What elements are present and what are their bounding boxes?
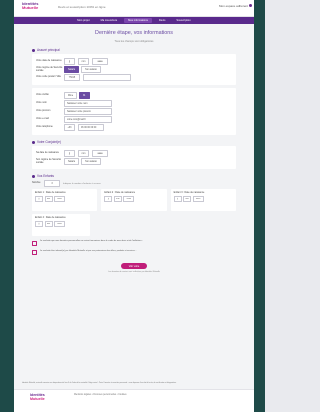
footer: Identités Mutuelle Mentions légales • Do… — [14, 389, 254, 412]
phone-input[interactable]: 06 00 00 00 00 — [78, 124, 104, 131]
child-4-year-input[interactable]: aaaa — [54, 221, 65, 227]
cp-label: Votre code postal / Ville — [36, 75, 61, 79]
conjoint-regime-salarie-button[interactable]: Salarié — [64, 158, 80, 165]
lastname-input[interactable]: Saisissez votre nom — [64, 100, 112, 107]
postal-code-input[interactable]: 75015 — [64, 74, 80, 81]
civility-mme-button[interactable]: Mme — [64, 92, 78, 99]
child-1-card: Enfant 1 : Date de naissance jj mm aaaa — [32, 189, 98, 211]
child-1-title: Enfant 1 : Date de naissance — [35, 191, 66, 194]
child-3-title: Enfant 3 : Date de naissance — [173, 191, 205, 194]
conjoint-dob-label: Sa date de naissance — [36, 151, 59, 155]
page-subtitle: Tous les champs sont obligatoires — [114, 40, 154, 43]
conjoint-regime-label: Son régime de Sécurité sociale — [36, 157, 61, 164]
children-count-label: Nombre — [32, 181, 41, 185]
children-count-hint: Indiquez le nombre d'enfants à assurer — [63, 182, 101, 185]
child-3-year-input[interactable]: aaaa — [192, 196, 204, 202]
firstname-input[interactable]: Saisissez votre prénom — [64, 108, 112, 115]
page-container: Identités Mutuelle Devis et souscription… — [14, 0, 254, 412]
progress-steps: Mon projet Ma couverture Mes information… — [14, 17, 254, 24]
child-4-title: Enfant 4 : Date de naissance — [35, 216, 66, 219]
regime-label: Votre régime de Sécurité sociale — [36, 65, 63, 72]
person-icon — [32, 48, 35, 52]
footer-links[interactable]: Mentions légales • Données personnelles … — [74, 394, 127, 396]
email-input[interactable]: votre.nom@mail.fr — [64, 116, 112, 123]
section-conjoint: Votre Conjoint(e) — [32, 140, 254, 144]
child-2-month-input[interactable]: mm — [113, 196, 122, 202]
child-2-year-input[interactable]: aaaa — [123, 196, 135, 202]
regime-salarie-button[interactable]: Salarié — [64, 66, 80, 73]
child-3-month-input[interactable]: mm — [183, 196, 192, 202]
section-assure: Assuré principal — [32, 48, 254, 52]
footer-logo[interactable]: Identités Mutuelle — [30, 393, 45, 402]
dob-month-input[interactable]: mm — [78, 58, 89, 65]
page-edge-right — [254, 0, 265, 412]
consent-1-checkbox[interactable] — [32, 240, 37, 246]
civility-m-button[interactable]: M. — [79, 92, 90, 99]
regime-non-salarie-button[interactable]: Non salarié — [81, 66, 101, 73]
child-1-month-input[interactable]: mm — [44, 196, 53, 202]
phone-prefix-select[interactable]: +33 — [64, 124, 75, 131]
step-informations[interactable]: Mes informations — [124, 18, 152, 23]
dob-year-input[interactable]: aaaa — [92, 58, 108, 65]
child-2-card: Enfant 2 : Date de naissance jj mm aaaa — [101, 189, 167, 211]
child-2-title: Enfant 2 : Date de naissance — [104, 191, 136, 194]
header: Identités Mutuelle Devis et souscription… — [14, 0, 254, 17]
firstname-label: Votre prénom — [36, 109, 51, 113]
couple-icon — [32, 140, 35, 144]
children-row-1: Enfant 1 : Date de naissance jj mm aaaa En… — [32, 189, 236, 211]
child-icon — [32, 174, 35, 178]
child-4-card: Enfant 4 : Date de naissance jj mm aaaa — [32, 214, 90, 236]
dob-label: Votre date de naissance — [36, 59, 62, 63]
child-1-day-input[interactable]: jj — [35, 196, 43, 202]
child-2-day-input[interactable]: jj — [104, 196, 113, 202]
child-4-day-input[interactable]: jj — [35, 221, 43, 227]
account-link[interactable]: Mon espace adhérent — [219, 4, 248, 8]
submit-button[interactable]: Voir votre devis — [121, 263, 147, 274]
civility-label: Votre civilité — [36, 93, 49, 97]
conjoint-card: Sa date de naissance jj mm aaaa Son régi… — [32, 146, 236, 169]
page-title: Dernière étape, vos informations — [95, 30, 173, 36]
child-3-day-input[interactable]: jj — [173, 196, 182, 202]
consent-2-checkbox[interactable] — [32, 250, 37, 255]
conjoint-dob-day-input[interactable]: jj — [64, 150, 75, 157]
step-projet[interactable]: Mon projet — [73, 18, 93, 23]
consent-2: Je souhaite être informé(e) par Identité… — [32, 249, 236, 255]
phone-label: Votre téléphone — [36, 125, 53, 129]
email-label: Votre e-mail — [36, 117, 49, 121]
conjoint-regime-non-salarie-button[interactable]: Non salarié — [81, 158, 101, 165]
identity-card: Votre civilité Mme M. Votre nom Saisisse… — [32, 88, 236, 135]
consent-2-text: Je souhaite être informé(e) par Identité… — [40, 249, 137, 252]
city-select[interactable] — [83, 74, 131, 81]
header-note: Devis et souscription 100% en ligne — [58, 5, 106, 9]
child-3-card: Enfant 3 : Date de naissance jj mm aaaa — [170, 189, 236, 211]
step-couverture[interactable]: Ma couverture — [97, 18, 122, 23]
lastname-label: Votre nom — [36, 101, 47, 105]
legal-text: Identités Mutuelle, mutuelle soumise aux… — [22, 381, 177, 384]
step-souscription[interactable]: Souscription — [172, 18, 194, 23]
consent-1: Je souhaite que mes données personnelles… — [32, 240, 236, 246]
conjoint-dob-month-input[interactable]: mm — [78, 150, 89, 157]
page-edge-left — [0, 0, 14, 412]
user-icon[interactable] — [249, 4, 252, 7]
brand-logo[interactable]: Identités Mutuelle — [22, 1, 38, 11]
children-row-2: Enfant 4 : Date de naissance jj mm aaaa — [32, 214, 236, 236]
conjoint-dob-year-input[interactable]: aaaa — [92, 150, 108, 157]
section-enfants: Vos Enfants — [32, 174, 254, 178]
consent-1-text: Je souhaite que mes données personnelles… — [40, 240, 144, 242]
child-1-year-input[interactable]: aaaa — [54, 196, 65, 202]
children-count-select[interactable]: 3 — [44, 180, 60, 187]
step-devis[interactable]: Devis — [155, 18, 170, 23]
dob-day-input[interactable]: jj — [64, 58, 75, 65]
submit-note: Les données de contact sont collectées p… — [108, 271, 160, 273]
assure-card: Votre date de naissance jj mm aaaa Votre… — [32, 54, 236, 85]
child-4-month-input[interactable]: mm — [44, 221, 53, 227]
